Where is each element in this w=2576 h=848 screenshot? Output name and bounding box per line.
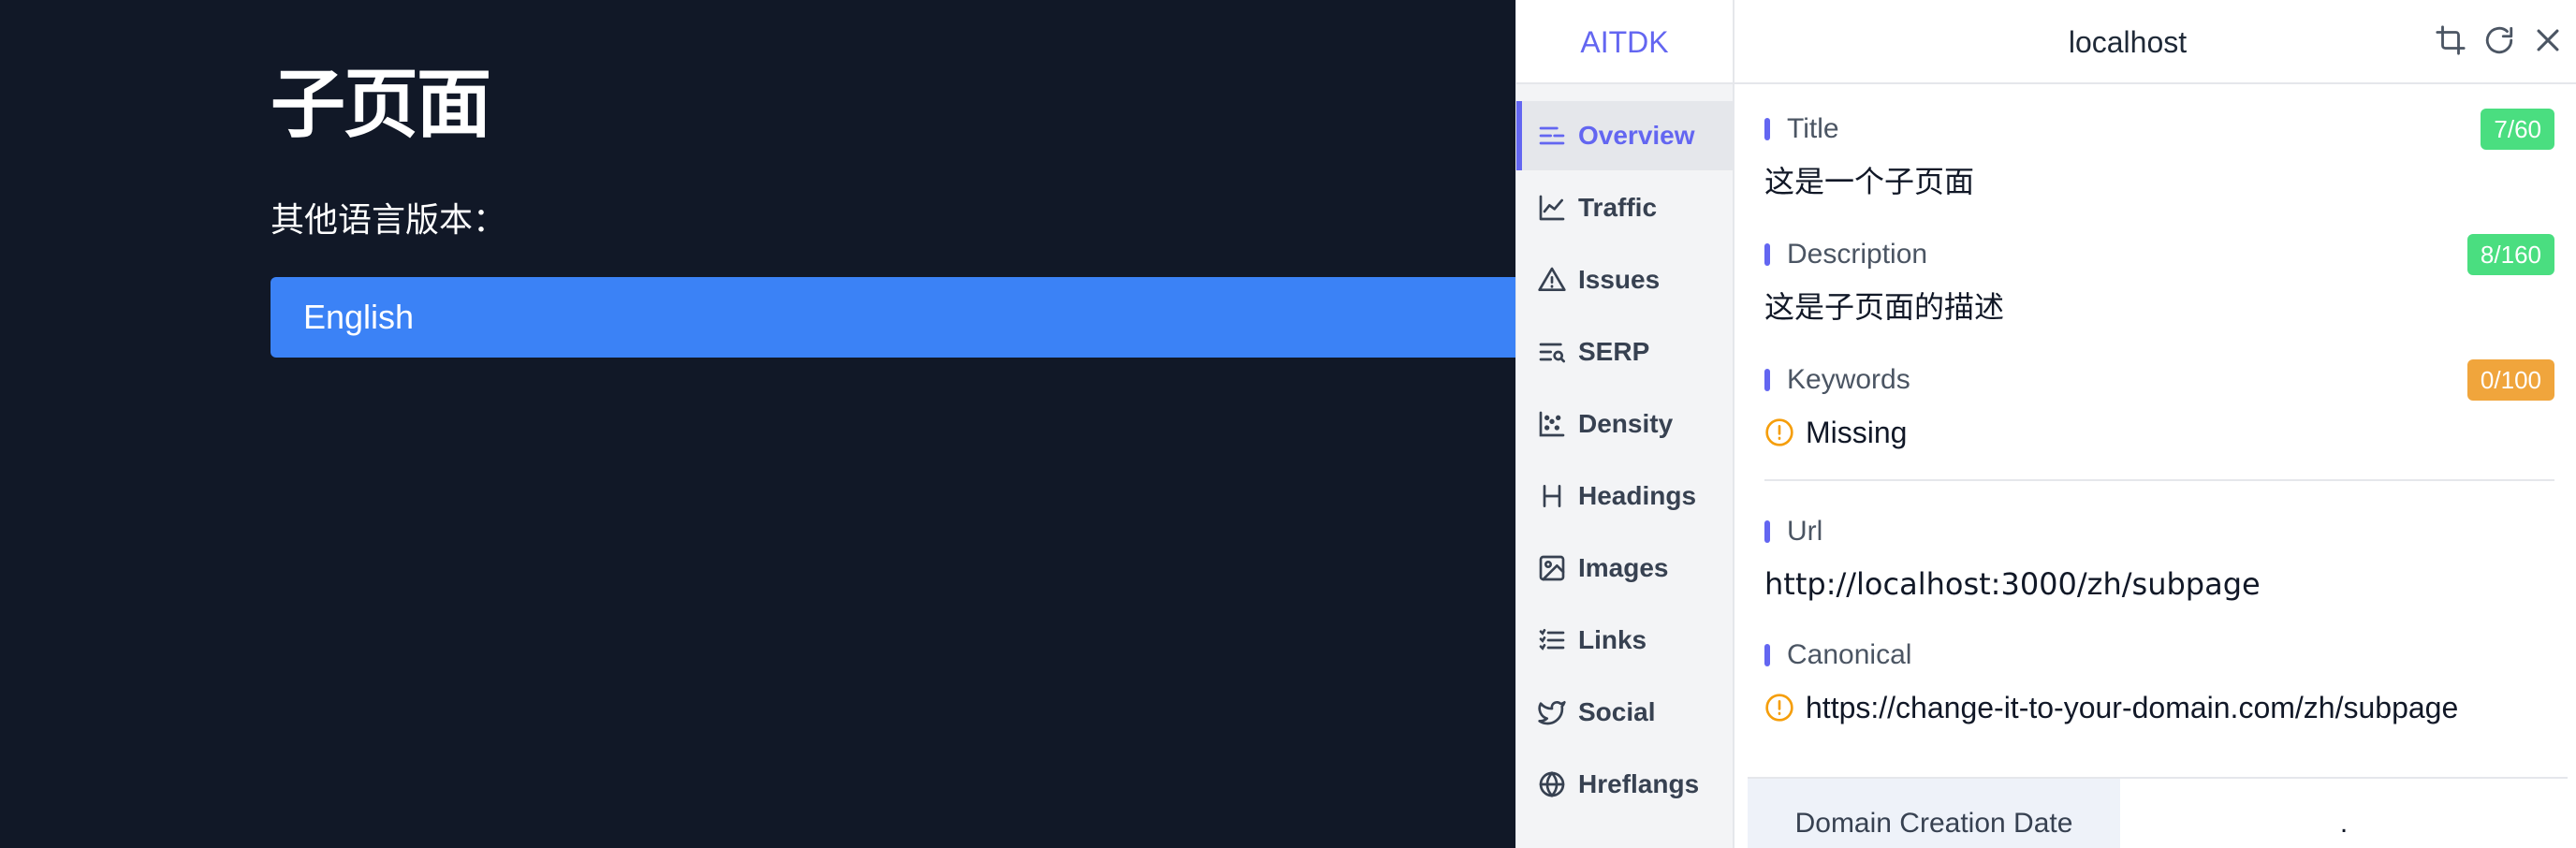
sidebar-item-density[interactable]: Density (1516, 389, 1733, 459)
keywords-label: Keywords (1764, 361, 1910, 399)
sidebar-item-links[interactable]: Links (1516, 606, 1733, 675)
overview-icon (1539, 126, 1565, 145)
image-icon (1539, 555, 1565, 581)
domain-creation-row: Domain Creation Date . (1748, 777, 2568, 848)
canonical-status: https://change-it-to-your-domain.com/zh/… (1764, 687, 2458, 728)
canonical-label: Canonical (1764, 636, 1911, 674)
label-accent-bar (1764, 243, 1770, 266)
label-accent-bar (1764, 520, 1770, 543)
sidebar-item-traffic[interactable]: Traffic (1516, 173, 1733, 242)
keywords-length-badge: 0/100 (2466, 359, 2554, 401)
url-value[interactable]: http://localhost:3000/zh/subpage (1764, 563, 2261, 605)
title-value: 这是一个子页面 (1764, 164, 1975, 199)
list-icon (1539, 629, 1565, 651)
twitter-icon (1538, 701, 1566, 725)
keywords-status: Missing (1764, 412, 1907, 453)
warning-triangle-icon (1538, 267, 1566, 291)
page-title: 子页面 (271, 61, 491, 148)
crop-icon[interactable] (2435, 24, 2466, 56)
panel-header: AITDK localhost (1516, 0, 2576, 84)
sidebar-item-serp[interactable]: SERP (1516, 317, 1733, 387)
label-accent-bar (1764, 369, 1770, 391)
sidebar-item-label: Issues (1578, 265, 1661, 294)
sidebar-item-overview[interactable]: Overview (1516, 101, 1733, 170)
section-divider (1764, 479, 2554, 481)
url-label: Url (1764, 513, 1822, 550)
refresh-icon[interactable] (2483, 24, 2515, 56)
header-actions (2435, 24, 2564, 56)
description-value: 这是子页面的描述 (1764, 289, 2005, 325)
url-label-text: Url (1787, 516, 1823, 547)
sidebar-nav: Overview Traffic Issues SERP Density Hea… (1516, 84, 1734, 848)
description-label-text: Description (1787, 239, 1928, 270)
description-label: Description (1764, 236, 1927, 273)
globe-icon (1539, 771, 1565, 797)
domain-creation-value: . (2339, 808, 2349, 839)
canonical-label-text: Canonical (1787, 639, 1912, 670)
title-length-badge: 7/60 (2481, 109, 2554, 150)
overview-content: Title 7/60 这是一个子页面 Description 8/160 这是子… (1734, 84, 2576, 848)
sidebar-item-label: Traffic (1578, 193, 1658, 222)
warning-circle-icon (1765, 418, 1793, 446)
sidebar-item-label: Overview (1578, 121, 1695, 150)
label-accent-bar (1764, 118, 1770, 140)
domain-creation-label: Domain Creation Date (1748, 779, 2120, 848)
sidebar-item-social[interactable]: Social (1516, 678, 1733, 747)
density-scatter-icon (1539, 411, 1565, 437)
serp-icon (1539, 343, 1565, 363)
sidebar-item-label: Links (1578, 625, 1647, 654)
warning-circle-icon (1765, 694, 1793, 722)
seo-extension-panel: AITDK localhost Overview Traffic Issues (1515, 0, 2576, 848)
sidebar-item-label: Images (1578, 553, 1669, 582)
sidebar-item-label: Hreflangs (1578, 769, 1700, 798)
keywords-label-text: Keywords (1787, 364, 1910, 395)
sidebar-item-label: Density (1578, 409, 1674, 438)
sidebar-item-label: SERP (1578, 337, 1650, 366)
heading-icon (1543, 485, 1561, 507)
description-length-badge: 8/160 (2466, 234, 2554, 275)
sidebar-item-label: Social (1578, 697, 1656, 726)
english-language-link[interactable]: English (271, 277, 1525, 358)
title-label-text: Title (1787, 113, 1839, 144)
sidebar-item-label: Headings (1578, 481, 1697, 510)
sidebar-item-hreflangs[interactable]: Hreflangs (1516, 750, 1733, 819)
label-accent-bar (1764, 644, 1770, 666)
title-label: Title (1764, 110, 1839, 148)
sidebar-item-issues[interactable]: Issues (1516, 245, 1733, 314)
canonical-value[interactable]: https://change-it-to-your-domain.com/zh/… (1806, 691, 2458, 725)
host-title: localhost (2068, 25, 2188, 59)
brand-logo[interactable]: AITDK (1516, 0, 1734, 84)
page-subtitle: 其他语言版本： (271, 201, 507, 240)
web-page: 子页面 其他语言版本： English (0, 0, 1525, 848)
sidebar-item-images[interactable]: Images (1516, 534, 1733, 603)
close-icon[interactable] (2532, 24, 2564, 56)
traffic-chart-icon (1539, 195, 1565, 221)
sidebar-item-headings[interactable]: Headings (1516, 461, 1733, 531)
keywords-value: Missing (1806, 415, 1908, 449)
